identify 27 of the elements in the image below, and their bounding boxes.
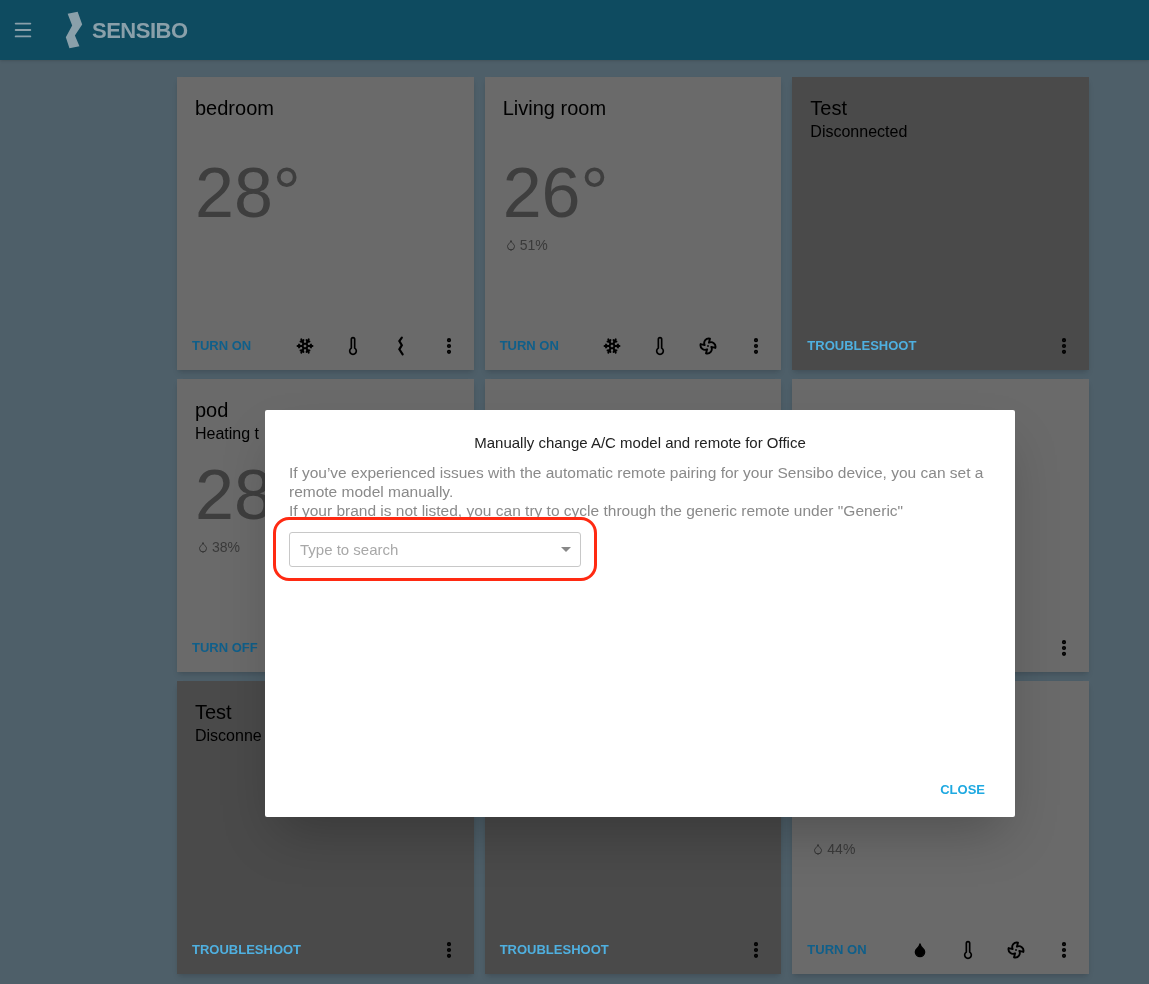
- device-name: pod: [195, 398, 230, 423]
- logo-icon: [64, 11, 84, 49]
- brand-name: SENSIBO: [92, 16, 188, 45]
- fan-icon[interactable]: [699, 337, 718, 355]
- troubleshoot-button[interactable]: TROUBLESHOOT: [192, 940, 302, 960]
- device-name: Test: [195, 700, 233, 725]
- troubleshoot-button[interactable]: TROUBLESHOOT: [807, 336, 917, 356]
- dialog-description: If you’ve experienced issues with the automatic remote pairing for your Sensibo device, you can set a remote model manually.: [289, 462, 985, 501]
- device-status: Disconne: [195, 726, 263, 746]
- fan-icon[interactable]: [1007, 941, 1025, 959]
- snowflake-icon[interactable]: [295, 337, 314, 355]
- device-name: Test: [810, 96, 848, 121]
- drop-icon: [504, 239, 517, 251]
- squiggle-icon[interactable]: [395, 336, 406, 356]
- dialog-title: Manually change A/C model and remote for Office: [473, 433, 807, 453]
- snowflake-icon[interactable]: [603, 337, 622, 355]
- drop-icon[interactable]: [912, 942, 928, 958]
- drop-icon: [812, 843, 825, 855]
- device-status: Disconnected: [810, 122, 909, 142]
- device-name: bedroom: [195, 96, 275, 121]
- caret-icon[interactable]: [561, 546, 571, 552]
- drop-icon: [197, 541, 209, 553]
- troubleshoot-button[interactable]: TROUBLESHOOT: [499, 940, 609, 960]
- search-field[interactable]: Type to search: [289, 531, 581, 567]
- close-button[interactable]: CLOSE: [934, 777, 991, 801]
- device-name: Living room: [502, 96, 608, 121]
- device-status: Heating t: [195, 424, 261, 444]
